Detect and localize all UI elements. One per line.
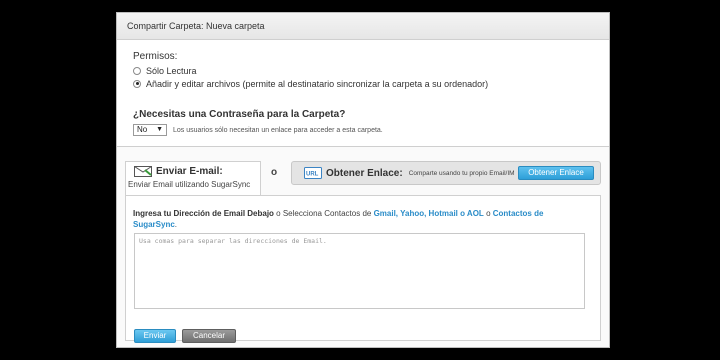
instruction-end: . [174,220,178,229]
radio-read-only-button[interactable] [133,66,141,75]
share-methods-area: Enviar E-mail: Enviar Email utilizando S… [117,147,609,347]
permissions-title: Permisos: [133,51,178,62]
password-title: ¿Necesitas una Contraseña para la Carpet… [133,109,346,120]
tab-send-email-label: Enviar E-mail: [156,166,223,177]
dialog-title: Compartir Carpeta: Nueva carpeta [117,13,609,40]
webmail-contacts-link[interactable]: Gmail, Yahoo, Hotmail o AOL [374,209,484,218]
radio-add-edit-label: Añadir y editar archivos (permite al des… [146,78,489,89]
send-button[interactable]: Enviar [134,329,176,343]
permissions-section: Permisos: Sólo Lectura Añadir y editar a… [133,51,609,91]
share-folder-dialog: Compartir Carpeta: Nueva carpeta Permiso… [116,12,610,348]
email-panel: Ingresa tu Dirección de Email Debajo o S… [125,195,601,343]
email-instruction: Ingresa tu Dirección de Email Debajo o S… [133,208,573,230]
radio-add-edit-button[interactable] [133,79,141,88]
password-select[interactable]: No ▼ [133,124,167,136]
email-addresses-input[interactable]: Usa comas para separar las direcciones d… [134,233,585,309]
tab-get-link[interactable]: URL Obtener Enlace: Comparte usando tu p… [291,161,601,185]
password-section: ¿Necesitas una Contraseña para la Carpet… [133,109,609,136]
envelope-icon [134,166,152,177]
chevron-down-icon: ▼ [156,126,163,133]
password-select-value: No [137,125,148,134]
tab-send-email[interactable]: Enviar E-mail: Enviar Email utilizando S… [125,161,261,195]
get-link-button[interactable]: Obtener Enlace [518,166,594,180]
or-separator: o [271,167,278,178]
tab-get-link-label: Obtener Enlace: [326,167,403,179]
svg-text:URL: URL [306,172,319,178]
instruction-mid: o Selecciona Contactos de [276,209,372,218]
instruction-or: o [486,209,491,218]
tab-send-email-sublabel: Enviar Email utilizando SugarSync [128,180,251,189]
radio-read-only[interactable]: Sólo Lectura [133,65,609,76]
radio-read-only-label: Sólo Lectura [146,65,197,76]
instruction-bold: Ingresa tu Dirección de Email Debajo [133,209,274,218]
tab-get-link-description: Comparte usando tu propio Email/IM [408,169,515,177]
radio-add-edit[interactable]: Añadir y editar archivos (permite al des… [133,78,609,89]
url-icon: URL [304,167,322,179]
password-note: Los usuarios sólo necesitan un enlace pa… [173,126,383,134]
cancel-button[interactable]: Cancelar [182,329,236,343]
